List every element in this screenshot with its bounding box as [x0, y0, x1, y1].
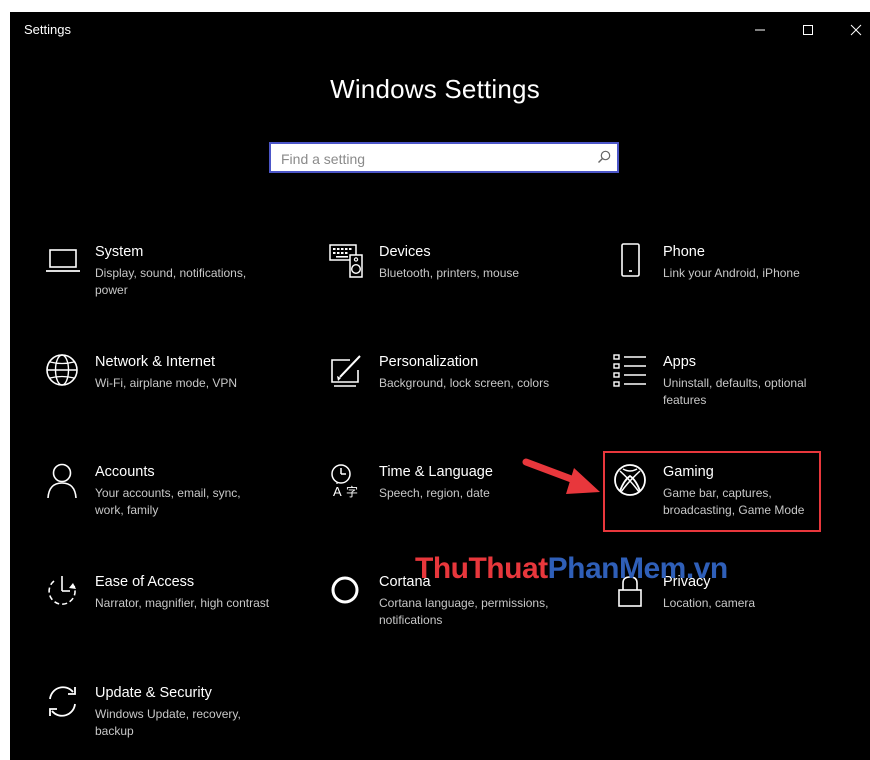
tile-description: Bluetooth, printers, mouse — [379, 266, 520, 280]
tile-name: Accounts — [95, 464, 155, 480]
tile-name: System — [95, 244, 144, 260]
person-icon — [47, 463, 77, 499]
watermark-part: ThuThuat — [415, 552, 548, 585]
tile-description: Link your Android, iPhone — [663, 266, 800, 280]
svg-text:A: A — [333, 484, 342, 499]
tile-description: Wi-Fi, airplane mode, VPN — [95, 376, 238, 390]
tile-description: Cortana language, permissions, notificat… — [379, 596, 549, 627]
tile-name: Apps — [663, 354, 697, 370]
tile-name: Phone — [663, 244, 705, 260]
tile-description: Windows Update, recovery, backup — [95, 707, 241, 738]
minimize-button[interactable] — [740, 16, 780, 44]
window-title: Settings — [24, 22, 71, 37]
close-icon — [850, 24, 862, 36]
time-language-icon: A 字 — [331, 464, 358, 499]
search-input[interactable] — [279, 148, 583, 170]
title-bar: Settings — [10, 12, 870, 48]
watermark-part: .vn — [685, 552, 728, 585]
close-button[interactable] — [836, 16, 870, 44]
cortana-circle-icon — [331, 576, 359, 604]
tile-description: Your accounts, email, sync, work, family — [95, 486, 241, 517]
tile-system[interactable]: System Display, sound, notifications, po… — [44, 242, 304, 332]
laptop-icon — [46, 249, 80, 272]
tile-network[interactable]: Network & Internet Wi-Fi, airplane mode,… — [44, 352, 304, 442]
minimize-icon — [755, 29, 765, 31]
sync-icon — [49, 686, 76, 717]
watermark-part: PhanMem — [547, 552, 687, 585]
paintbrush-icon — [331, 355, 361, 387]
svg-text:字: 字 — [346, 484, 358, 499]
tile-description: Narrator, magnifier, high contrast — [95, 596, 270, 610]
tile-update-security[interactable]: Update & Security Windows Update, recove… — [44, 683, 304, 760]
apps-list-icon — [613, 354, 646, 387]
phone-icon — [621, 243, 640, 277]
tile-description: Display, sound, notifications, power — [95, 266, 247, 297]
search-box[interactable] — [269, 142, 619, 173]
tile-name: Ease of Access — [95, 574, 195, 590]
tile-apps[interactable]: Apps Uninstall, defaults, optional featu… — [612, 352, 870, 442]
page-title: Windows Settings — [330, 74, 540, 104]
tile-description: Location, camera — [663, 596, 756, 610]
tile-name: Network & Internet — [95, 354, 216, 370]
globe-icon — [46, 354, 78, 386]
tile-phone[interactable]: Phone Link your Android, iPhone — [612, 242, 870, 332]
settings-window: Settings Windows Settings System Display… — [10, 12, 870, 760]
tile-name: Time & Language — [379, 464, 493, 480]
maximize-icon — [803, 25, 813, 35]
watermark: ThuThuatPhanMem.vn — [415, 552, 728, 586]
tile-description: Uninstall, defaults, optional features — [663, 376, 807, 407]
tile-name: Devices — [379, 244, 431, 260]
tile-accounts[interactable]: Accounts Your accounts, email, sync, wor… — [44, 462, 304, 552]
tile-name: Update & Security — [95, 685, 212, 701]
tile-name: Personalization — [379, 354, 479, 370]
pointer-arrow-icon — [522, 458, 600, 494]
tile-ease-of-access[interactable]: Ease of Access Narrator, magnifier, high… — [44, 572, 304, 662]
ease-of-access-icon — [48, 576, 76, 605]
keyboard-speaker-icon — [329, 244, 363, 278]
tile-devices[interactable]: Devices Bluetooth, printers, mouse — [328, 242, 588, 332]
tile-description: Background, lock screen, colors — [379, 376, 550, 390]
search-icon[interactable] — [597, 150, 611, 164]
maximize-button[interactable] — [788, 16, 828, 44]
tile-personalization[interactable]: Personalization Background, lock screen,… — [328, 352, 588, 442]
gaming-highlight-box — [603, 451, 821, 532]
